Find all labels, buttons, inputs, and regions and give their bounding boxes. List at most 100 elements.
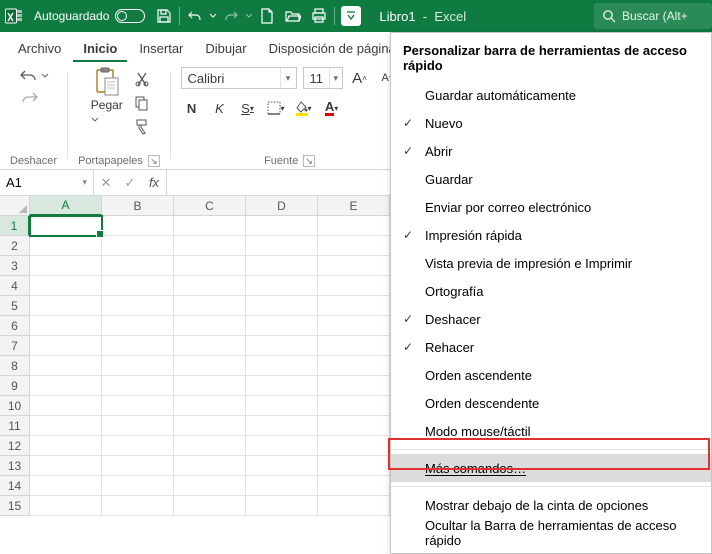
- cell[interactable]: [174, 356, 246, 376]
- cell[interactable]: [174, 236, 246, 256]
- cell[interactable]: [174, 496, 246, 516]
- italic-button[interactable]: K: [209, 97, 231, 119]
- quick-print-icon[interactable]: [306, 0, 332, 32]
- open-folder-icon[interactable]: [280, 0, 306, 32]
- cell[interactable]: [30, 436, 102, 456]
- cell[interactable]: [102, 436, 174, 456]
- row-header[interactable]: 4: [0, 276, 30, 296]
- borders-button[interactable]: ▾: [265, 97, 287, 119]
- cell[interactable]: [174, 476, 246, 496]
- cell[interactable]: [174, 396, 246, 416]
- cell[interactable]: [246, 216, 318, 236]
- cell[interactable]: [102, 356, 174, 376]
- row-header[interactable]: 11: [0, 416, 30, 436]
- cell[interactable]: [102, 336, 174, 356]
- cell[interactable]: [174, 436, 246, 456]
- cell[interactable]: [174, 316, 246, 336]
- select-all-corner[interactable]: [0, 196, 30, 216]
- cell[interactable]: [246, 476, 318, 496]
- cell[interactable]: [246, 316, 318, 336]
- cell[interactable]: [102, 256, 174, 276]
- cell[interactable]: [246, 396, 318, 416]
- cell[interactable]: [102, 456, 174, 476]
- cell[interactable]: [246, 356, 318, 376]
- cell[interactable]: [174, 456, 246, 476]
- cell[interactable]: [174, 256, 246, 276]
- underline-button[interactable]: S ▾: [237, 97, 259, 119]
- col-header[interactable]: D: [246, 196, 318, 216]
- cell[interactable]: [246, 496, 318, 516]
- chevron-down-icon[interactable]: ▾: [280, 68, 296, 88]
- menu-item-hide-qat[interactable]: Ocultar la Barra de herramientas de acce…: [391, 519, 711, 547]
- font-name-combobox[interactable]: Calibri ▾: [181, 67, 297, 89]
- cell[interactable]: [318, 456, 390, 476]
- cell[interactable]: [318, 416, 390, 436]
- menu-item[interactable]: Orden ascendente: [391, 361, 711, 389]
- cell[interactable]: [102, 416, 174, 436]
- cell[interactable]: [102, 216, 174, 236]
- col-header[interactable]: E: [318, 196, 390, 216]
- chevron-down-icon[interactable]: ▾: [329, 68, 342, 88]
- menu-item[interactable]: Orden descendente: [391, 389, 711, 417]
- row-header[interactable]: 14: [0, 476, 30, 496]
- menu-item[interactable]: Vista previa de impresión e Imprimir: [391, 249, 711, 277]
- cell[interactable]: [174, 296, 246, 316]
- cell[interactable]: [246, 376, 318, 396]
- col-header[interactable]: C: [174, 196, 246, 216]
- tab-file[interactable]: Archivo: [8, 35, 71, 62]
- cut-icon[interactable]: [133, 70, 151, 88]
- menu-item[interactable]: ✓Nuevo: [391, 109, 711, 137]
- save-icon[interactable]: [151, 0, 177, 32]
- paste-button[interactable]: Pegar: [87, 66, 127, 128]
- undo-button[interactable]: [19, 68, 49, 84]
- cell[interactable]: [318, 256, 390, 276]
- chevron-down-icon[interactable]: [41, 72, 49, 80]
- cell[interactable]: [30, 376, 102, 396]
- cell[interactable]: [246, 336, 318, 356]
- row-header[interactable]: 12: [0, 436, 30, 456]
- grow-font-button[interactable]: A˄: [349, 67, 371, 89]
- cell[interactable]: [102, 236, 174, 256]
- tab-page-layout[interactable]: Disposición de página: [259, 35, 406, 62]
- search-box[interactable]: [594, 3, 712, 29]
- cell[interactable]: [30, 316, 102, 336]
- cell[interactable]: [102, 476, 174, 496]
- cell[interactable]: [318, 236, 390, 256]
- cell[interactable]: [246, 276, 318, 296]
- copy-icon[interactable]: [133, 94, 151, 112]
- autosave-toggle[interactable]: [115, 9, 145, 23]
- cell[interactable]: [30, 216, 102, 236]
- row-header[interactable]: 8: [0, 356, 30, 376]
- tab-insert[interactable]: Insertar: [129, 35, 193, 62]
- menu-item[interactable]: Enviar por correo electrónico: [391, 193, 711, 221]
- cell[interactable]: [30, 256, 102, 276]
- menu-item[interactable]: ✓Deshacer: [391, 305, 711, 333]
- row-header[interactable]: 9: [0, 376, 30, 396]
- col-header[interactable]: A: [30, 196, 102, 216]
- cell[interactable]: [30, 396, 102, 416]
- cell[interactable]: [174, 416, 246, 436]
- cell[interactable]: [318, 296, 390, 316]
- row-header[interactable]: 13: [0, 456, 30, 476]
- row-header[interactable]: 6: [0, 316, 30, 336]
- cell[interactable]: [318, 476, 390, 496]
- format-painter-icon[interactable]: [133, 118, 151, 136]
- name-box[interactable]: A1 ▾: [0, 170, 94, 195]
- cell[interactable]: [102, 296, 174, 316]
- cell[interactable]: [30, 296, 102, 316]
- cell[interactable]: [246, 236, 318, 256]
- cell[interactable]: [102, 496, 174, 516]
- cell[interactable]: [30, 236, 102, 256]
- enter-formula-icon[interactable]: ✓: [118, 175, 142, 191]
- cell[interactable]: [30, 336, 102, 356]
- menu-item[interactable]: Guardar: [391, 165, 711, 193]
- menu-item[interactable]: Guardar automáticamente: [391, 81, 711, 109]
- cell[interactable]: [318, 356, 390, 376]
- menu-item[interactable]: ✓Abrir: [391, 137, 711, 165]
- cell[interactable]: [30, 276, 102, 296]
- row-header[interactable]: 10: [0, 396, 30, 416]
- cell[interactable]: [246, 456, 318, 476]
- dialog-launcher-icon[interactable]: ↘: [303, 155, 315, 167]
- customize-qat-button[interactable]: [341, 6, 361, 26]
- redo-button[interactable]: [19, 90, 49, 106]
